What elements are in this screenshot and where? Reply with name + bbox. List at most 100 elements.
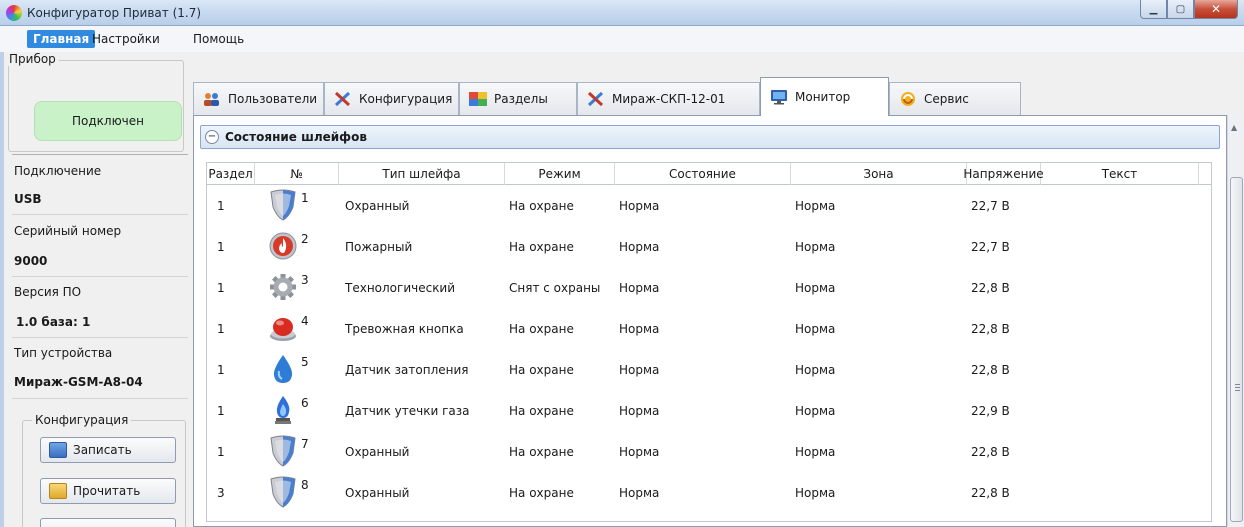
read-button[interactable]: Прочитать (40, 478, 176, 504)
gear-icon (269, 271, 297, 303)
table-row[interactable]: 1 2 Пожарный На охране Норма Норма 22,7 В (207, 226, 1211, 267)
device-type-value: Мираж-GSM-A8-04 (14, 375, 143, 389)
cell-text (1041, 472, 1199, 513)
column-header-state[interactable]: Состояние (615, 163, 791, 185)
config-button-partial[interactable] (40, 518, 176, 527)
table-row[interactable]: 1 7 Охранный На охране Норма Норма 22,8 В (207, 431, 1211, 472)
device-group-label: Прибор (6, 52, 59, 66)
column-header-text[interactable]: Текст (1041, 163, 1199, 185)
cell-state: Норма (619, 362, 660, 377)
divider (12, 337, 188, 338)
cell-zone: Норма (795, 362, 836, 377)
save-icon (49, 442, 67, 458)
cell-section: 1 (217, 280, 225, 295)
tab-mirage-skp[interactable]: Мираж-СКП-12-01 (577, 82, 760, 115)
cell-zone: Норма (795, 444, 836, 459)
column-header-number[interactable]: № (255, 163, 339, 185)
connection-value: USB (14, 192, 42, 206)
collapse-icon[interactable]: − (205, 130, 219, 144)
tab-service[interactable]: Сервис (889, 82, 1021, 115)
cell-type: Тревожная кнопка (345, 321, 464, 336)
cell-zone: Норма (795, 485, 836, 500)
cell-type: Охранный (345, 444, 410, 459)
water-drop-icon (269, 353, 297, 385)
cell-zone: Норма (795, 403, 836, 418)
column-header-mode[interactable]: Режим (505, 163, 615, 185)
cell-section: 1 (217, 362, 225, 377)
serial-value: 9000 (14, 254, 48, 268)
divider (12, 276, 188, 277)
cell-text (1041, 431, 1199, 472)
cell-mode: На охране (509, 239, 574, 254)
divider (12, 214, 188, 215)
table-row[interactable]: 1 4 Тревожная кнопка На охране Норма Норма 22,… (207, 308, 1211, 349)
cell-mode: Снят с охраны (509, 280, 601, 295)
close-button[interactable]: ✕ (1194, 0, 1238, 19)
cell-voltage: 22,8 В (971, 485, 1010, 500)
users-icon (202, 91, 222, 107)
cell-type: Пожарный (345, 239, 413, 254)
sections-icon (468, 91, 488, 107)
table-row[interactable]: 1 3 Технологический Снят с охраны Норма Норма… (207, 267, 1211, 308)
cell-type: Охранный (345, 485, 410, 500)
cell-voltage: 22,7 В (971, 239, 1010, 254)
table-row[interactable]: 1 6 Датчик утечки газа На охране Норма Норма 2… (207, 390, 1211, 431)
cell-section: 1 (217, 321, 225, 336)
connection-status-badge: Подключен (34, 101, 182, 141)
column-header-voltage[interactable]: Напряжение (963, 163, 1044, 185)
cell-zone: Норма (795, 280, 836, 295)
menu-item-help[interactable]: Помощь (187, 30, 250, 48)
cell-type: Охранный (345, 198, 410, 213)
cell-voltage: 22,8 В (971, 321, 1010, 336)
cell-number: 3 (301, 273, 309, 287)
config-group-label: Конфигурация (32, 413, 132, 427)
tab-configuration[interactable]: Конфигурация (324, 82, 459, 115)
cell-zone: Норма (795, 321, 836, 336)
scroll-thumb[interactable] (1230, 177, 1243, 522)
maximize-button[interactable]: ▢ (1167, 0, 1194, 19)
cell-voltage: 22,8 В (971, 362, 1010, 377)
menu-item-settings[interactable]: Настройки (86, 30, 166, 48)
column-header-section[interactable]: Раздел (207, 163, 255, 185)
tab-users[interactable]: Пользователи (193, 82, 324, 115)
scroll-up-icon[interactable]: ▲ (1231, 123, 1237, 132)
service-icon (898, 91, 918, 107)
monitor-icon (769, 89, 789, 105)
folder-open-icon (49, 483, 67, 499)
table-row[interactable]: 1 5 Датчик затопления На охране Норма Норма 22… (207, 349, 1211, 390)
cell-text (1041, 267, 1199, 308)
cell-section: 1 (217, 403, 225, 418)
cell-section: 1 (217, 198, 225, 213)
write-button[interactable]: Записать (40, 437, 176, 463)
table-row[interactable]: 3 8 Охранный На охране Норма Норма 22,8 В (207, 472, 1211, 513)
cell-voltage: 22,8 В (971, 280, 1010, 295)
vertical-scrollbar[interactable]: ▲ (1227, 115, 1244, 527)
cell-state: Норма (619, 321, 660, 336)
cell-state: Норма (619, 444, 660, 459)
cell-mode: На охране (509, 485, 574, 500)
cell-type: Датчик затопления (345, 362, 469, 377)
monitor-panel: − Состояние шлейфов Раздел № Тип шлейфа … (193, 115, 1227, 527)
tab-monitor[interactable]: Монитор (760, 77, 889, 116)
column-header-type[interactable]: Тип шлейфа (339, 163, 505, 185)
tab-sections[interactable]: Разделы (459, 82, 577, 115)
tab-mirage-skp-label: Мираж-СКП-12-01 (612, 92, 726, 106)
window-title: Конфигуратор Приват (1.7) (27, 6, 202, 20)
cell-number: 4 (301, 314, 309, 328)
tab-configuration-label: Конфигурация (359, 92, 453, 106)
cell-zone: Норма (795, 239, 836, 254)
tab-users-label: Пользователи (228, 92, 318, 106)
tab-sections-label: Разделы (494, 92, 548, 106)
menu-item-home[interactable]: Главная (27, 30, 96, 48)
minimize-button[interactable]: ▁ (1140, 0, 1167, 19)
tools-icon (586, 91, 606, 107)
cell-text (1041, 185, 1199, 226)
shield-icon (269, 476, 297, 508)
cell-mode: На охране (509, 444, 574, 459)
cell-state: Норма (619, 280, 660, 295)
section-header[interactable]: − Состояние шлейфов (200, 125, 1220, 149)
cell-section: 3 (217, 485, 225, 500)
column-header-zone[interactable]: Зона (791, 163, 967, 185)
table-row[interactable]: 1 1 Охранный На охране Норма Норма 22,7 В (207, 185, 1211, 226)
section-title: Состояние шлейфов (225, 130, 367, 144)
